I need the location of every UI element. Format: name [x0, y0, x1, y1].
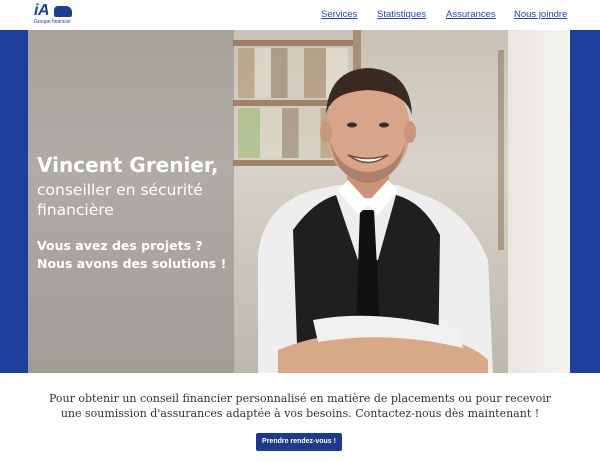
hero-tagline: Vous avez des projets ? Nous avons des s… — [37, 237, 237, 273]
nav-nous-joindre[interactable]: Nous joindre — [514, 9, 567, 20]
ear — [320, 121, 332, 143]
eye — [347, 122, 357, 128]
advisor-name: Vincent Grenier, — [37, 153, 219, 177]
advisor-portrait — [258, 68, 493, 373]
intro-text: Pour obtenir un conseil financier person… — [48, 392, 552, 420]
site-header: iA Groupe financier Services Statistique… — [0, 0, 600, 30]
ear — [404, 121, 416, 143]
advisor-role: conseiller en sécurité financière — [37, 181, 203, 219]
tagline-line-2: Nous avons des solutions ! — [37, 256, 227, 271]
nav-services[interactable]: Services — [321, 9, 357, 20]
tagline-line-1: Vous avez des projets ? — [37, 238, 203, 253]
nav-statistiques[interactable]: Statistiques — [377, 9, 426, 20]
hero-banner: Vincent Grenier, conseiller en sécurité … — [0, 30, 600, 373]
elephant-icon — [54, 6, 72, 17]
ia-logo[interactable]: iA Groupe financier — [34, 2, 78, 28]
logo-tagline: Groupe financier — [34, 19, 71, 25]
eye — [379, 122, 389, 128]
nav-assurances[interactable]: Assurances — [446, 9, 496, 20]
logo-brand: iA — [34, 2, 50, 19]
book-appointment-button[interactable]: Prendre rendez-vous ! — [256, 433, 342, 451]
